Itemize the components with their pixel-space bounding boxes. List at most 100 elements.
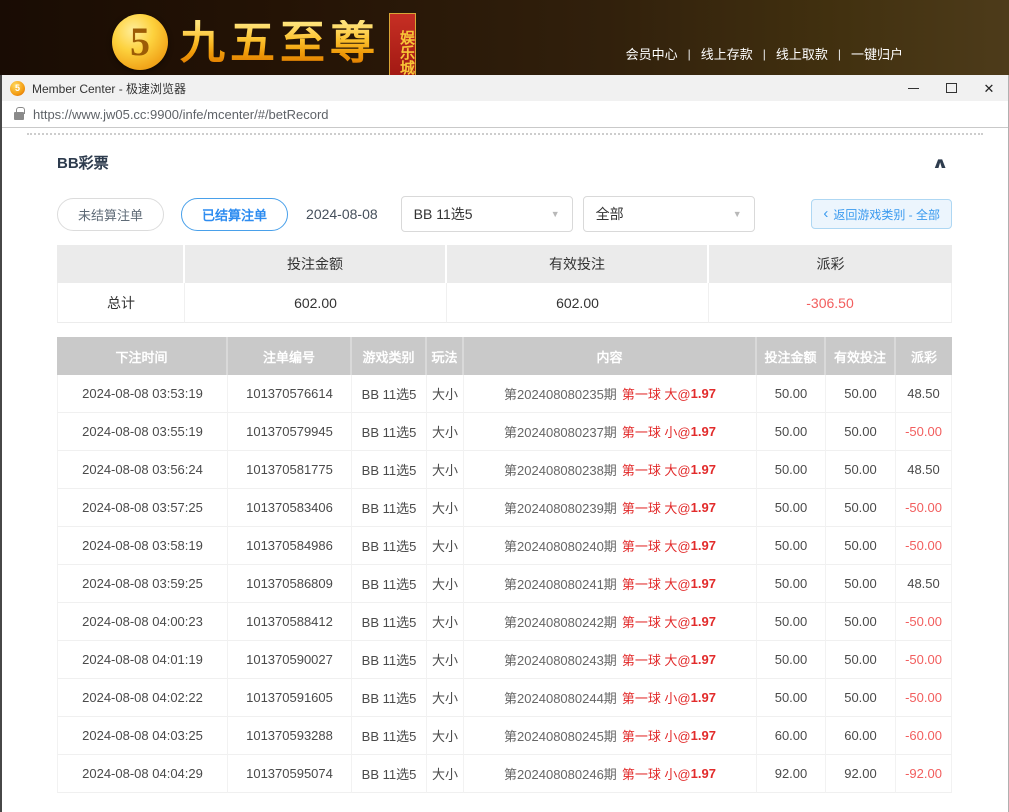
cell-bet-amount: 50.00 xyxy=(757,413,826,451)
cell-game-type: BB 11选5 xyxy=(352,679,427,717)
cell-game-type: BB 11选5 xyxy=(352,527,427,565)
collapse-chevron-icon[interactable]: ∧ xyxy=(931,154,948,172)
content-odds: 1.97 xyxy=(691,690,716,705)
minimize-button[interactable] xyxy=(894,75,932,101)
nav-link[interactable]: 线上存款 xyxy=(701,44,753,63)
back-to-game-category-button[interactable]: ‹ 返回游戏类别 - 全部 xyxy=(811,199,952,229)
nav-link[interactable]: 一键归户 xyxy=(851,44,903,63)
cell-game-type: BB 11选5 xyxy=(352,375,427,413)
nav-link[interactable]: 线上取款 xyxy=(776,44,828,63)
cell-order-id: 101370584986 xyxy=(228,527,352,565)
settled-bets-button[interactable]: 已结算注单 xyxy=(181,198,288,231)
content-odds: 1.97 xyxy=(691,728,716,743)
content-period: 第202408080243期 xyxy=(504,650,617,669)
content-period: 第202408080245期 xyxy=(504,726,617,745)
content-pick: 第一球 大@ xyxy=(622,384,691,403)
summary-total-row: 总计 602.00 602.00 -306.50 xyxy=(57,283,952,323)
cell-game-type: BB 11选5 xyxy=(352,755,427,793)
content-odds: 1.97 xyxy=(691,614,716,629)
close-button[interactable]: ✕ xyxy=(970,75,1008,101)
minimize-icon xyxy=(908,88,919,89)
table-row: 2024-08-08 04:03:25 101370593288 BB 11选5… xyxy=(57,717,952,755)
cell-payout: 48.50 xyxy=(896,375,952,413)
cell-content: 第202408080238期 第一球 大@1.97 xyxy=(464,451,757,489)
summary-table: 投注金额 有效投注 派彩 总计 602.00 602.00 -306.50 xyxy=(57,245,952,323)
unsettled-bets-button[interactable]: 未结算注单 xyxy=(57,198,164,231)
cell-play-type: 大小 xyxy=(427,641,464,679)
column-header: 下注时间 xyxy=(57,337,228,375)
cell-payout: -92.00 xyxy=(896,755,952,793)
cell-valid-bet: 50.00 xyxy=(826,413,896,451)
cell-payout: 48.50 xyxy=(896,565,952,603)
cell-bet-amount: 60.00 xyxy=(757,717,826,755)
cell-play-type: 大小 xyxy=(427,375,464,413)
table-row: 2024-08-08 03:56:24 101370581775 BB 11选5… xyxy=(57,451,952,489)
cell-valid-bet: 50.00 xyxy=(826,451,896,489)
cell-bet-time: 2024-08-08 03:59:25 xyxy=(57,565,228,603)
maximize-button[interactable] xyxy=(932,75,970,101)
column-header: 有效投注 xyxy=(826,337,896,375)
cell-payout: -50.00 xyxy=(896,679,952,717)
content-pick: 第一球 大@ xyxy=(622,460,691,479)
address-bar[interactable]: https://www.jw05.cc:9900/infe/mcenter/#/… xyxy=(2,101,1008,128)
cell-content: 第202408080241期 第一球 大@1.97 xyxy=(464,565,757,603)
browser-window: 5 Member Center - 极速浏览器 ✕ https://www.jw… xyxy=(0,75,1009,812)
cell-content: 第202408080243期 第一球 大@1.97 xyxy=(464,641,757,679)
url-text: https://www.jw05.cc:9900/infe/mcenter/#/… xyxy=(33,107,329,122)
nav-link[interactable]: 会员中心 xyxy=(626,44,678,63)
cell-valid-bet: 50.00 xyxy=(826,527,896,565)
browser-favicon-icon: 5 xyxy=(10,81,25,96)
cell-bet-amount: 50.00 xyxy=(757,489,826,527)
dotted-divider xyxy=(27,133,983,135)
cell-bet-time: 2024-08-08 04:03:25 xyxy=(57,717,228,755)
cell-bet-time: 2024-08-08 03:58:19 xyxy=(57,527,228,565)
play-filter-select[interactable]: 全部 ▼ xyxy=(583,196,755,232)
cell-payout: -50.00 xyxy=(896,603,952,641)
content-odds: 1.97 xyxy=(691,766,716,781)
nav-separator: | xyxy=(838,47,841,61)
column-header: 游戏类别 xyxy=(352,337,427,375)
content-odds: 1.97 xyxy=(691,424,716,439)
back-button-label: 返回游戏类别 - 全部 xyxy=(833,206,940,223)
content-pick: 第一球 大@ xyxy=(622,612,691,631)
cell-bet-time: 2024-08-08 03:53:19 xyxy=(57,375,228,413)
cell-content: 第202408080244期 第一球 小@1.97 xyxy=(464,679,757,717)
nav-separator: | xyxy=(688,47,691,61)
content-period: 第202408080239期 xyxy=(504,498,617,517)
cell-game-type: BB 11选5 xyxy=(352,603,427,641)
table-row: 2024-08-08 03:59:25 101370586809 BB 11选5… xyxy=(57,565,952,603)
cell-bet-time: 2024-08-08 03:57:25 xyxy=(57,489,228,527)
date-picker[interactable]: 2024-08-08 xyxy=(306,206,378,222)
site-banner: 5 九五至尊 娱乐城 会员中心 | 线上存款 | 线上取款 | 一键归户 | xyxy=(0,0,1009,75)
cell-bet-time: 2024-08-08 03:55:19 xyxy=(57,413,228,451)
cell-order-id: 101370591605 xyxy=(228,679,352,717)
cell-bet-amount: 92.00 xyxy=(757,755,826,793)
game-category-select[interactable]: BB 11选5 ▼ xyxy=(401,196,573,232)
cell-content: 第202408080237期 第一球 小@1.97 xyxy=(464,413,757,451)
content-period: 第202408080238期 xyxy=(504,460,617,479)
window-title: Member Center - 极速浏览器 xyxy=(32,80,186,97)
summary-column-header: 投注金额 xyxy=(185,245,447,283)
brand-logo[interactable]: 5 九五至尊 娱乐城 xyxy=(0,0,416,75)
cell-order-id: 101370588412 xyxy=(228,603,352,641)
content-odds: 1.97 xyxy=(691,576,716,591)
cell-payout: -50.00 xyxy=(896,413,952,451)
column-header: 内容 xyxy=(464,337,757,375)
content-pick: 第一球 大@ xyxy=(622,574,691,593)
cell-order-id: 101370583406 xyxy=(228,489,352,527)
cell-content: 第202408080242期 第一球 大@1.97 xyxy=(464,603,757,641)
column-header: 注单编号 xyxy=(228,337,352,375)
cell-order-id: 101370579945 xyxy=(228,413,352,451)
cell-valid-bet: 92.00 xyxy=(826,755,896,793)
brand-logo-glyph: 5 xyxy=(130,22,150,62)
cell-bet-time: 2024-08-08 04:01:19 xyxy=(57,641,228,679)
cell-play-type: 大小 xyxy=(427,565,464,603)
content-pick: 第一球 小@ xyxy=(622,764,691,783)
cell-content: 第202408080235期 第一球 大@1.97 xyxy=(464,375,757,413)
summary-header-row: 投注金额 有效投注 派彩 xyxy=(57,245,952,283)
cell-game-type: BB 11选5 xyxy=(352,717,427,755)
table-row: 2024-08-08 04:02:22 101370591605 BB 11选5… xyxy=(57,679,952,717)
top-nav: 会员中心 | 线上存款 | 线上取款 | 一键归户 | xyxy=(626,44,903,63)
cell-valid-bet: 50.00 xyxy=(826,565,896,603)
brand-badge: 娱乐城 xyxy=(389,13,416,75)
